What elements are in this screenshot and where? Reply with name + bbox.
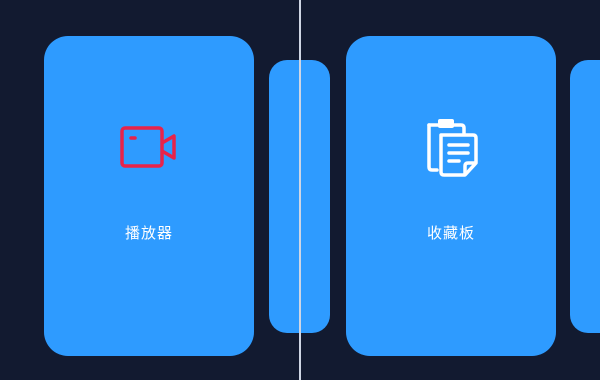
card-player-label: 播放器 xyxy=(124,224,173,242)
card-clipboard-label: 收藏板 xyxy=(426,224,475,242)
video-camera-icon xyxy=(44,118,254,178)
clipboard-icon xyxy=(346,118,556,178)
card-player[interactable]: 播放器 xyxy=(44,36,254,356)
carousel-stage: 播放器 收藏板 xyxy=(0,0,600,380)
card-clipboard[interactable]: 收藏板 xyxy=(346,36,556,356)
card-peek-right[interactable] xyxy=(570,60,600,333)
center-divider xyxy=(299,0,301,380)
